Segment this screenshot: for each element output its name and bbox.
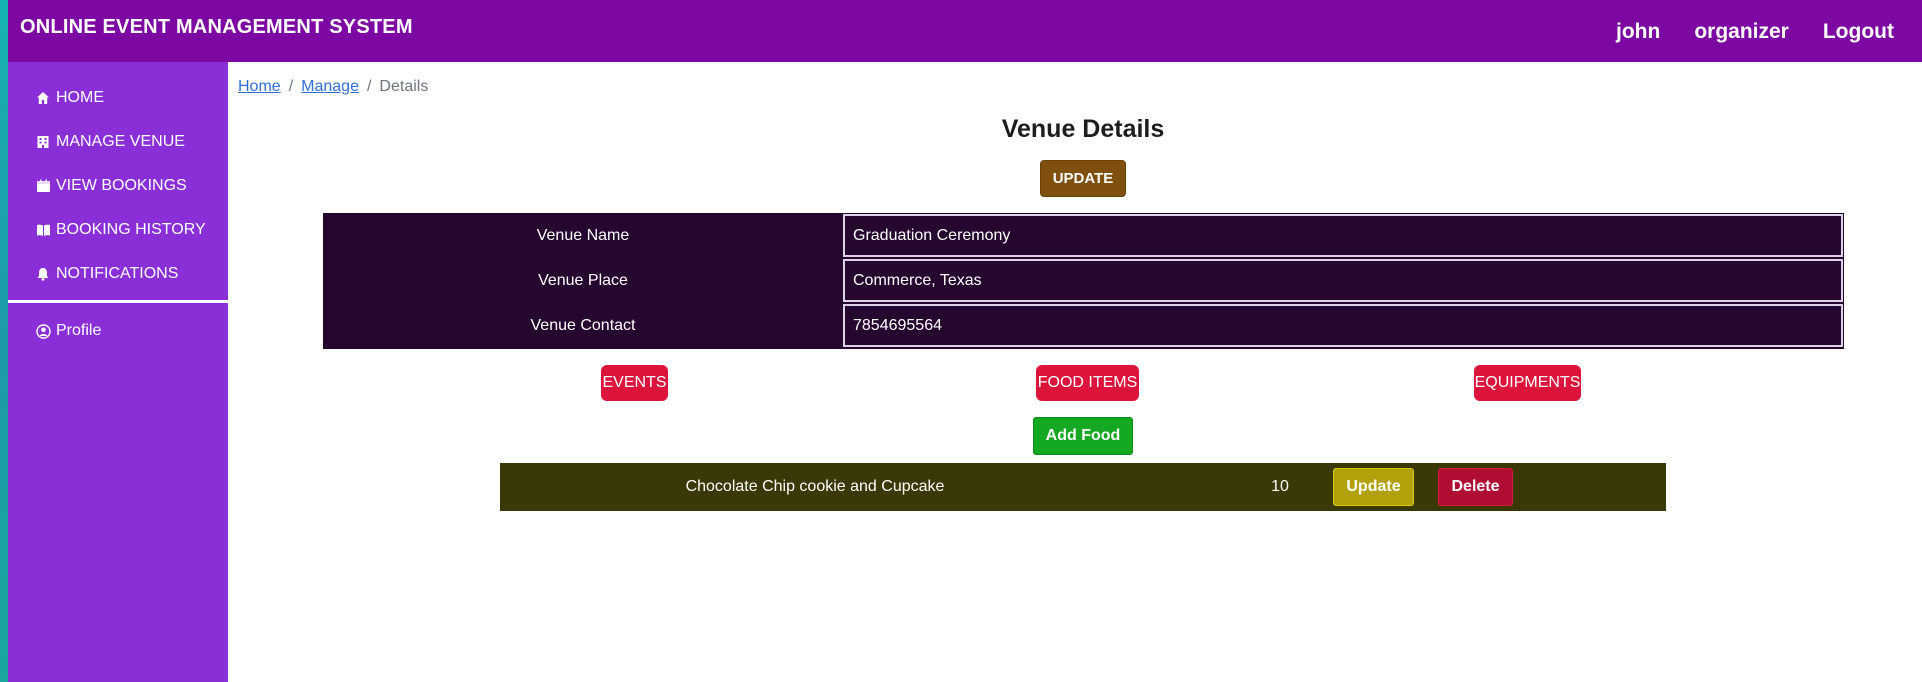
sidebar-item-booking-history[interactable]: BOOKING HISTORY	[8, 208, 228, 252]
update-venue-button[interactable]: UPDATE	[1040, 160, 1126, 197]
logout-link[interactable]: Logout	[1823, 20, 1894, 44]
food-update-button[interactable]: Update	[1333, 468, 1414, 506]
food-delete-button[interactable]: Delete	[1438, 468, 1513, 506]
venue-place-value: Commerce, Texas	[843, 259, 1843, 302]
breadcrumb-separator: /	[288, 78, 294, 95]
sidebar: HOME MANAGE VENUE VIEW BOOKINGS BOOKING …	[8, 62, 228, 682]
book-icon	[34, 221, 52, 239]
breadcrumb: Home / Manage / Details	[238, 78, 428, 96]
sidebar-menu: HOME MANAGE VENUE VIEW BOOKINGS BOOKING …	[8, 62, 228, 296]
venue-row-place: Venue Place Commerce, Texas	[323, 258, 1844, 303]
calendar-icon	[34, 177, 52, 195]
page-title: Venue Details	[1001, 115, 1165, 143]
breadcrumb-separator: /	[366, 78, 372, 95]
venue-details-table: Venue Name Graduation Ceremony Venue Pla…	[323, 213, 1844, 349]
top-nav: john organizer Logout	[1616, 20, 1894, 44]
top-header: ONLINE EVENT MANAGEMENT SYSTEM john orga…	[8, 0, 1922, 62]
sidebar-item-label: MANAGE VENUE	[56, 133, 185, 150]
venue-name-value: Graduation Ceremony	[843, 214, 1843, 257]
food-item-name: Chocolate Chip cookie and Cupcake	[685, 478, 945, 495]
sidebar-divider	[8, 300, 228, 303]
sidebar-item-home[interactable]: HOME	[8, 76, 228, 120]
venue-contact-label: Venue Contact	[530, 317, 636, 334]
sidebar-item-profile[interactable]: Profile	[8, 309, 228, 353]
sidebar-item-label: NOTIFICATIONS	[56, 265, 179, 282]
breadcrumb-current: Details	[379, 78, 429, 95]
sidebar-item-label: VIEW BOOKINGS	[56, 177, 187, 194]
food-item-row: Chocolate Chip cookie and Cupcake 10 Upd…	[500, 463, 1666, 511]
user-name-link[interactable]: john	[1616, 20, 1660, 44]
window-edge	[0, 0, 8, 682]
tab-events[interactable]: EVENTS	[601, 365, 668, 401]
venue-row-contact: Venue Contact 7854695564	[323, 303, 1844, 348]
sidebar-item-notifications[interactable]: NOTIFICATIONS	[8, 252, 228, 296]
bell-icon	[34, 265, 52, 283]
venue-place-label: Venue Place	[538, 272, 628, 289]
role-link[interactable]: organizer	[1694, 20, 1789, 44]
app-title: ONLINE EVENT MANAGEMENT SYSTEM	[20, 16, 413, 38]
venue-row-name: Venue Name Graduation Ceremony	[323, 213, 1844, 258]
breadcrumb-manage-link[interactable]: Manage	[301, 78, 359, 96]
venue-name-label: Venue Name	[536, 227, 630, 244]
home-icon	[34, 89, 52, 107]
sidebar-item-label: Profile	[56, 322, 102, 339]
sidebar-item-manage-venue[interactable]: MANAGE VENUE	[8, 120, 228, 164]
tab-food-items[interactable]: FOOD ITEMS	[1036, 365, 1139, 401]
venue-contact-value: 7854695564	[843, 304, 1843, 347]
breadcrumb-home-link[interactable]: Home	[238, 78, 281, 96]
user-circle-icon	[34, 322, 52, 340]
sidebar-item-label: BOOKING HISTORY	[56, 221, 206, 238]
sidebar-item-label: HOME	[56, 89, 104, 106]
sidebar-item-view-bookings[interactable]: VIEW BOOKINGS	[8, 164, 228, 208]
venue-icon	[34, 133, 52, 151]
tab-equipments[interactable]: EQUIPMENTS	[1474, 365, 1581, 401]
add-food-button[interactable]: Add Food	[1033, 417, 1133, 455]
